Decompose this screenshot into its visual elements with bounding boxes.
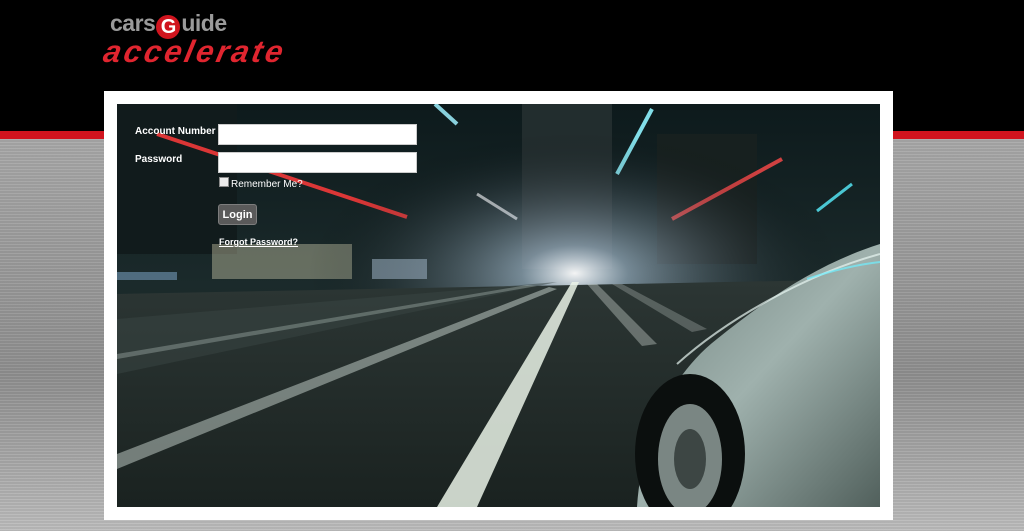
hero-frame: Account Number Password Remember Me? Log… xyxy=(104,91,893,520)
login-button[interactable]: Login xyxy=(218,204,257,225)
carsguide-logo[interactable]: cars Guide accelerate xyxy=(100,8,354,69)
password-label: Password xyxy=(135,154,183,165)
forgot-password-link[interactable]: Forgot Password? xyxy=(219,237,298,247)
password-input[interactable] xyxy=(218,152,417,173)
login-form: Account Number Password Remember Me? Log… xyxy=(117,104,517,264)
logo-text-cars: cars xyxy=(110,10,156,36)
logo-text-uide: uide xyxy=(181,10,227,36)
account-number-input[interactable] xyxy=(218,124,417,145)
account-number-label: Account Number xyxy=(135,126,216,137)
remember-me-label: Remember Me? xyxy=(231,179,303,190)
remember-me-checkbox[interactable] xyxy=(219,177,229,187)
logo-subtitle: accelerate xyxy=(100,34,290,69)
hero-image: Account Number Password Remember Me? Log… xyxy=(117,104,880,507)
